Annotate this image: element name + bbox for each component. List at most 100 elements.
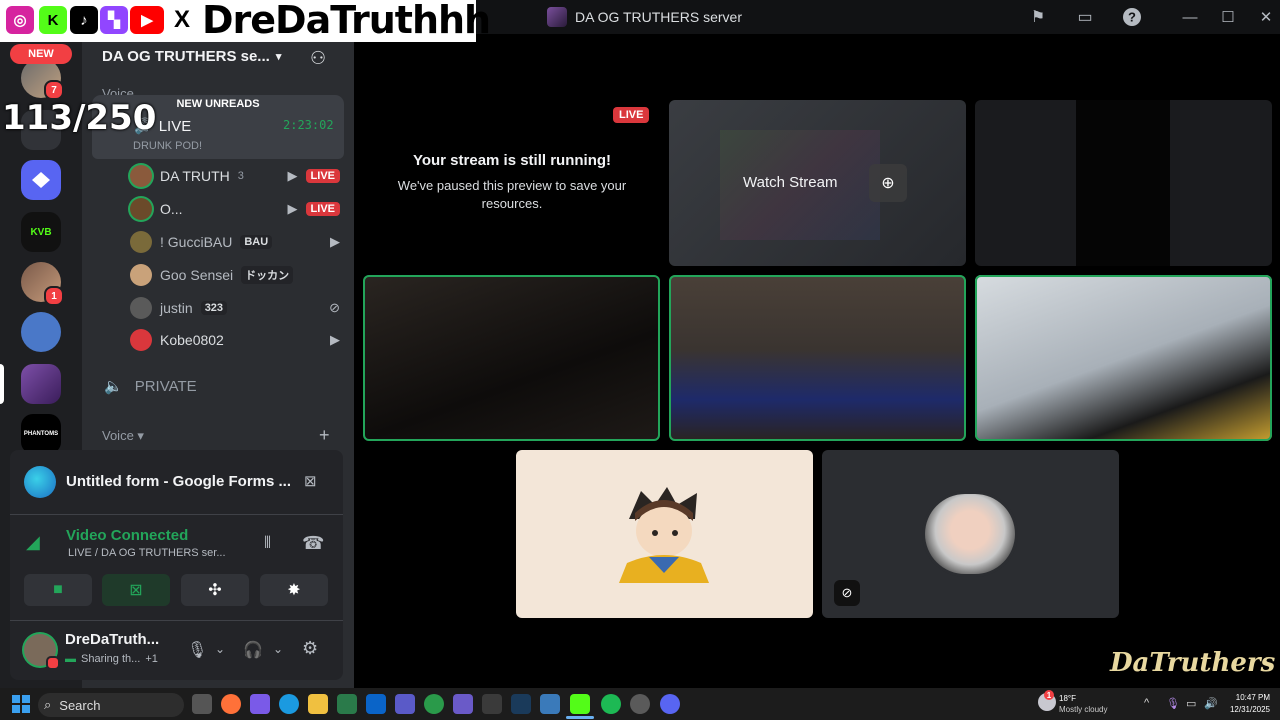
user-status: Sharing th... xyxy=(81,653,141,665)
add-member-icon[interactable]: ⚇ xyxy=(310,48,326,69)
live-channel-name: LIVE xyxy=(158,117,192,135)
kick-taskbar-icon[interactable] xyxy=(570,694,590,714)
server-avatar-6[interactable] xyxy=(21,312,61,352)
taskbar-search[interactable]: ⌕ Search xyxy=(38,693,184,717)
youtube-icon: ▶ xyxy=(130,6,164,34)
voice-user-row[interactable]: ! GucciBAU BAU ▶ xyxy=(130,228,340,256)
noise-suppression-icon[interactable]: ⦀ xyxy=(264,535,271,553)
maximize-button[interactable]: ☐ xyxy=(1216,6,1240,28)
task-view-icon[interactable] xyxy=(192,694,212,714)
mic-muted-icon: ⊘ xyxy=(329,300,340,315)
headphones-icon[interactable]: 🎧 xyxy=(243,640,263,660)
network-icon[interactable]: ▭ xyxy=(1186,697,1196,710)
server-kvb[interactable]: KVB xyxy=(21,212,61,252)
camera-button[interactable]: ■ xyxy=(24,574,92,606)
private-channel-name: PRIVATE xyxy=(134,377,197,395)
avatar xyxy=(130,231,152,253)
username[interactable]: DreDaTruth... xyxy=(65,631,159,648)
user-name: O... xyxy=(160,201,183,217)
add-channel-icon[interactable]: + xyxy=(319,425,330,446)
volume-icon[interactable]: 🔊 xyxy=(1204,697,1218,710)
role-tag: BAU xyxy=(240,235,273,249)
firefox-icon[interactable] xyxy=(221,694,241,714)
goal-counter: 113/250 xyxy=(2,98,157,138)
app-icon[interactable] xyxy=(453,694,473,714)
inbox-icon[interactable]: ▭ xyxy=(1074,6,1096,28)
clock-date[interactable]: 12/31/2025 xyxy=(1222,705,1270,714)
windows-start-icon[interactable] xyxy=(12,695,30,713)
avatar xyxy=(130,198,152,220)
activities-button[interactable]: ✣ xyxy=(181,574,249,606)
video-tile-speaking[interactable] xyxy=(363,275,660,441)
user-name: Kobe0802 xyxy=(160,332,224,348)
tray-chevron-icon[interactable]: ^ xyxy=(1144,697,1149,709)
tiktok-icon: ♪ xyxy=(70,6,98,34)
role-tag: 323 xyxy=(200,301,228,315)
xbox-icon[interactable] xyxy=(424,694,444,714)
app-icon[interactable] xyxy=(511,694,531,714)
live-tag: LIVE xyxy=(305,202,340,216)
video-tile-speaking[interactable] xyxy=(669,275,966,441)
voice-channel-path[interactable]: LIVE / DA OG TRUTHERS ser... xyxy=(68,547,226,559)
twitch-icon: ▚ xyxy=(100,6,128,34)
spotify-icon[interactable] xyxy=(601,694,621,714)
private-channel[interactable]: 🔈 PRIVATE xyxy=(104,377,197,396)
file-explorer-icon[interactable] xyxy=(308,694,328,714)
voice-user-row[interactable]: Kobe0802 ▶ xyxy=(130,326,340,354)
chevron-down-icon: ▾ xyxy=(275,51,282,63)
flag-icon[interactable]: ⚑ xyxy=(1027,6,1049,28)
close-button[interactable]: ✕ xyxy=(1254,6,1278,28)
call-duration: 2:23:02 xyxy=(283,118,334,132)
watermark-logo: DaTruthers xyxy=(1110,648,1276,678)
server-header[interactable]: DA OG TRUTHERS se... ▾ xyxy=(102,48,281,65)
discord-taskbar-icon[interactable] xyxy=(660,694,680,714)
x-icon: X xyxy=(168,6,196,34)
teams-icon[interactable] xyxy=(395,694,415,714)
selected-server-pill xyxy=(0,364,4,404)
mic-tray-icon[interactable]: 🎙 xyxy=(1166,697,1180,710)
edge-icon xyxy=(24,466,56,498)
mention-badge: 1 xyxy=(44,286,64,306)
disconnect-icon[interactable]: ☎ xyxy=(302,533,324,554)
server-phantoms[interactable]: PHANTOMS xyxy=(21,414,61,454)
chevron-down-icon[interactable]: ⌄ xyxy=(215,642,225,656)
copilot-icon[interactable] xyxy=(250,694,270,714)
active-indicator xyxy=(566,716,594,719)
voice-status[interactable]: Video Connected xyxy=(66,527,188,544)
minimize-button[interactable]: — xyxy=(1178,6,1202,28)
voice-user-row[interactable]: Goo Sensei ドッカン xyxy=(130,261,340,289)
streamer-name: DreDaTruthhh xyxy=(202,0,491,42)
voice-category[interactable]: Voice ▾ xyxy=(102,428,144,444)
video-tile-speaking[interactable] xyxy=(975,275,1272,441)
outlook-icon[interactable] xyxy=(366,694,386,714)
server-avatar-7[interactable] xyxy=(21,364,61,404)
microphone-icon[interactable]: 🎙 xyxy=(187,640,207,660)
obs-icon[interactable] xyxy=(630,694,650,714)
new-badge: NEW xyxy=(10,44,72,64)
settings-gear-icon[interactable]: ⚙ xyxy=(302,638,318,659)
screen-share-button[interactable]: ⊠ xyxy=(102,574,170,606)
paused-body: We've paused this preview to save your r… xyxy=(397,178,627,211)
live-tag: LIVE xyxy=(305,169,340,183)
watch-stream-button[interactable]: Watch Stream xyxy=(743,174,837,191)
chevron-down-icon[interactable]: ⌄ xyxy=(273,642,283,656)
app-icon[interactable] xyxy=(482,694,502,714)
soundboard-button[interactable]: ✸ xyxy=(260,574,328,606)
camera-icon: ▶ xyxy=(287,168,298,183)
stop-share-icon[interactable]: ⊠ xyxy=(304,472,317,490)
server-avatar-3[interactable] xyxy=(21,160,61,200)
voice-user-row[interactable]: justin 323 ⊘ xyxy=(130,294,340,322)
store-icon[interactable] xyxy=(337,694,357,714)
user-avatar-art xyxy=(619,485,709,583)
edge-taskbar-icon[interactable] xyxy=(279,694,299,714)
voice-user-row[interactable]: O... ▶ LIVE xyxy=(130,195,340,223)
clock-time[interactable]: 10:47 PM xyxy=(1228,693,1270,702)
watch-stream-icon[interactable]: ⊕ xyxy=(869,164,907,202)
help-icon[interactable]: ? xyxy=(1121,6,1143,28)
role-tag: ドッカン xyxy=(241,266,294,284)
user-name: DA TRUTH xyxy=(160,168,230,184)
voice-user-row[interactable]: DA TRUTH 3 ▶ LIVE xyxy=(130,162,340,190)
photos-icon[interactable] xyxy=(540,694,560,714)
user-name: Goo Sensei xyxy=(160,267,234,283)
paused-title: Your stream is still running! xyxy=(412,152,612,169)
